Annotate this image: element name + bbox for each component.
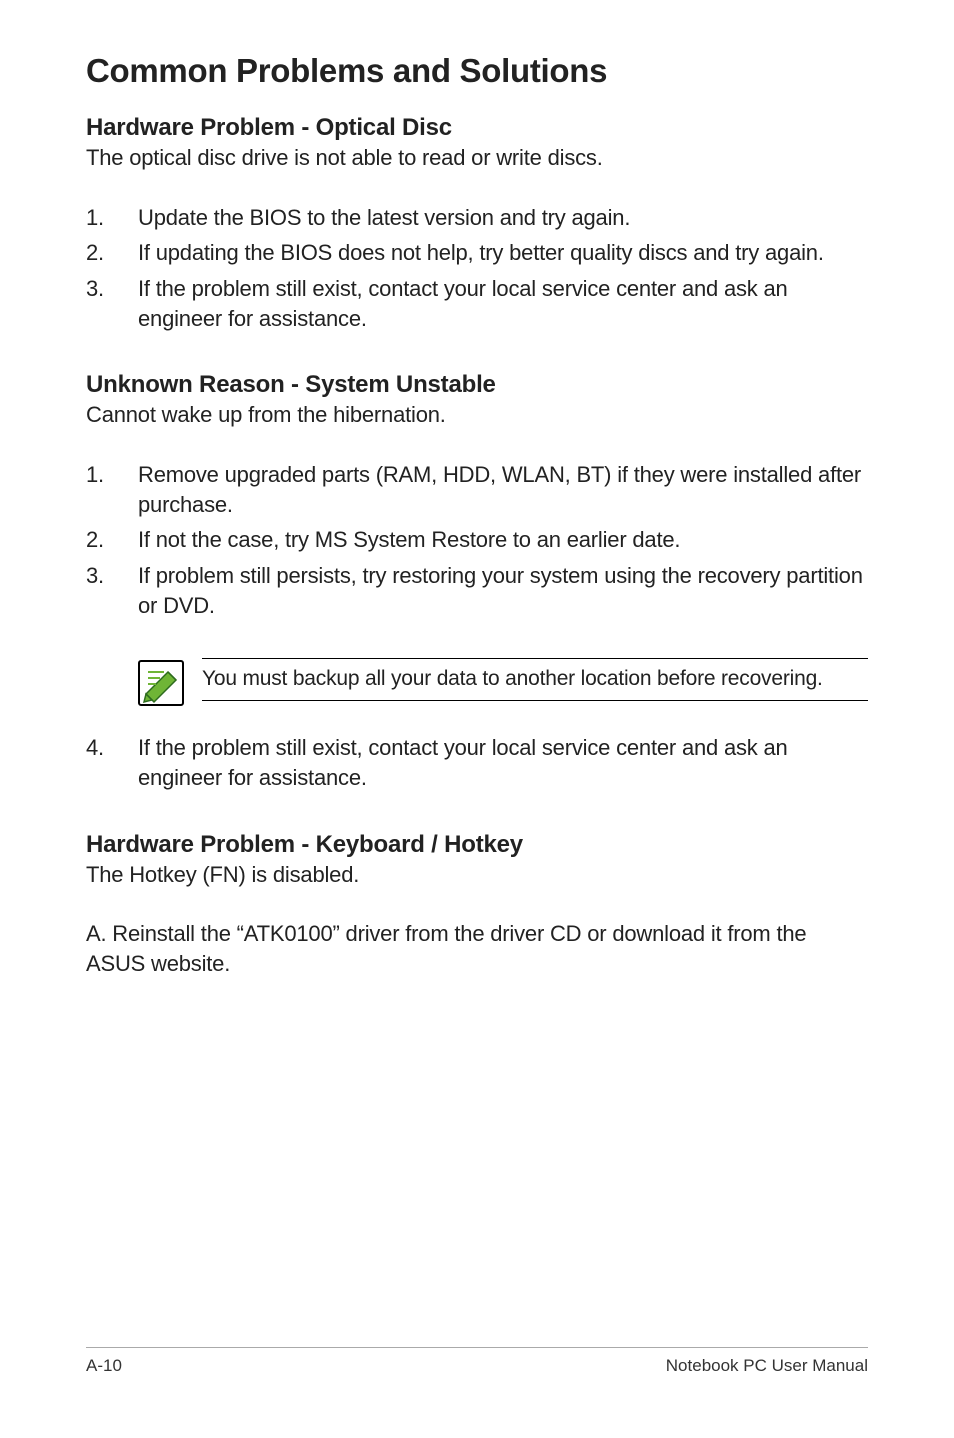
list-text: If not the case, try MS System Restore t… <box>138 527 680 552</box>
list-number: 3. <box>86 274 104 304</box>
note-text: You must backup all your data to another… <box>202 665 868 693</box>
section-system-unstable: Unknown Reason - System Unstable Cannot … <box>86 371 868 792</box>
section-keyboard-hotkey: Hardware Problem - Keyboard / Hotkey The… <box>86 831 868 979</box>
list-item: 4. If the problem still exist, contact yo… <box>86 733 868 792</box>
list-system-unstable-a: 1. Remove upgraded parts (RAM, HDD, WLAN,… <box>86 460 868 620</box>
list-system-unstable-b: 4. If the problem still exist, contact yo… <box>86 733 868 792</box>
list-text: Update the BIOS to the latest version an… <box>138 205 630 230</box>
list-optical-disc: 1. Update the BIOS to the latest version … <box>86 203 868 334</box>
list-number: 2. <box>86 525 104 555</box>
list-item: 3. If problem still persists, try restori… <box>86 561 868 620</box>
footer-page-number: A-10 <box>86 1356 122 1376</box>
intro-keyboard-hotkey: The Hotkey (FN) is disabled. <box>86 861 868 890</box>
list-item: 2. If updating the BIOS does not help, tr… <box>86 238 868 268</box>
section-optical-disc: Hardware Problem - Optical Disc The opti… <box>86 114 868 333</box>
list-text: If the problem still exist, contact your… <box>138 276 788 331</box>
list-item: 3. If the problem still exist, contact yo… <box>86 274 868 333</box>
page-title: Common Problems and Solutions <box>86 52 868 90</box>
list-text: Remove upgraded parts (RAM, HDD, WLAN, B… <box>138 462 861 517</box>
list-number: 1. <box>86 203 104 233</box>
footer-manual-title: Notebook PC User Manual <box>666 1356 868 1376</box>
note-block: You must backup all your data to another… <box>138 658 868 711</box>
list-number: 4. <box>86 733 104 763</box>
list-text: If problem still persists, try restoring… <box>138 563 863 618</box>
page-footer: A-10 Notebook PC User Manual <box>86 1347 868 1376</box>
intro-system-unstable: Cannot wake up from the hibernation. <box>86 401 868 430</box>
heading-optical-disc: Hardware Problem - Optical Disc <box>86 114 868 142</box>
list-item: 1. Update the BIOS to the latest version … <box>86 203 868 233</box>
heading-keyboard-hotkey: Hardware Problem - Keyboard / Hotkey <box>86 831 868 859</box>
note-rule-box: You must backup all your data to another… <box>202 658 868 700</box>
heading-system-unstable: Unknown Reason - System Unstable <box>86 371 868 399</box>
list-number: 3. <box>86 561 104 591</box>
intro-optical-disc: The optical disc drive is not able to re… <box>86 144 868 173</box>
list-text: If updating the BIOS does not help, try … <box>138 240 824 265</box>
body-keyboard-hotkey: A. Reinstall the “ATK0100” driver from t… <box>86 919 868 978</box>
list-text: If the problem still exist, contact your… <box>138 735 788 790</box>
list-number: 2. <box>86 238 104 268</box>
list-item: 2. If not the case, try MS System Restore… <box>86 525 868 555</box>
list-item: 1. Remove upgraded parts (RAM, HDD, WLAN,… <box>86 460 868 519</box>
list-number: 1. <box>86 460 104 490</box>
note-icon <box>138 660 184 711</box>
